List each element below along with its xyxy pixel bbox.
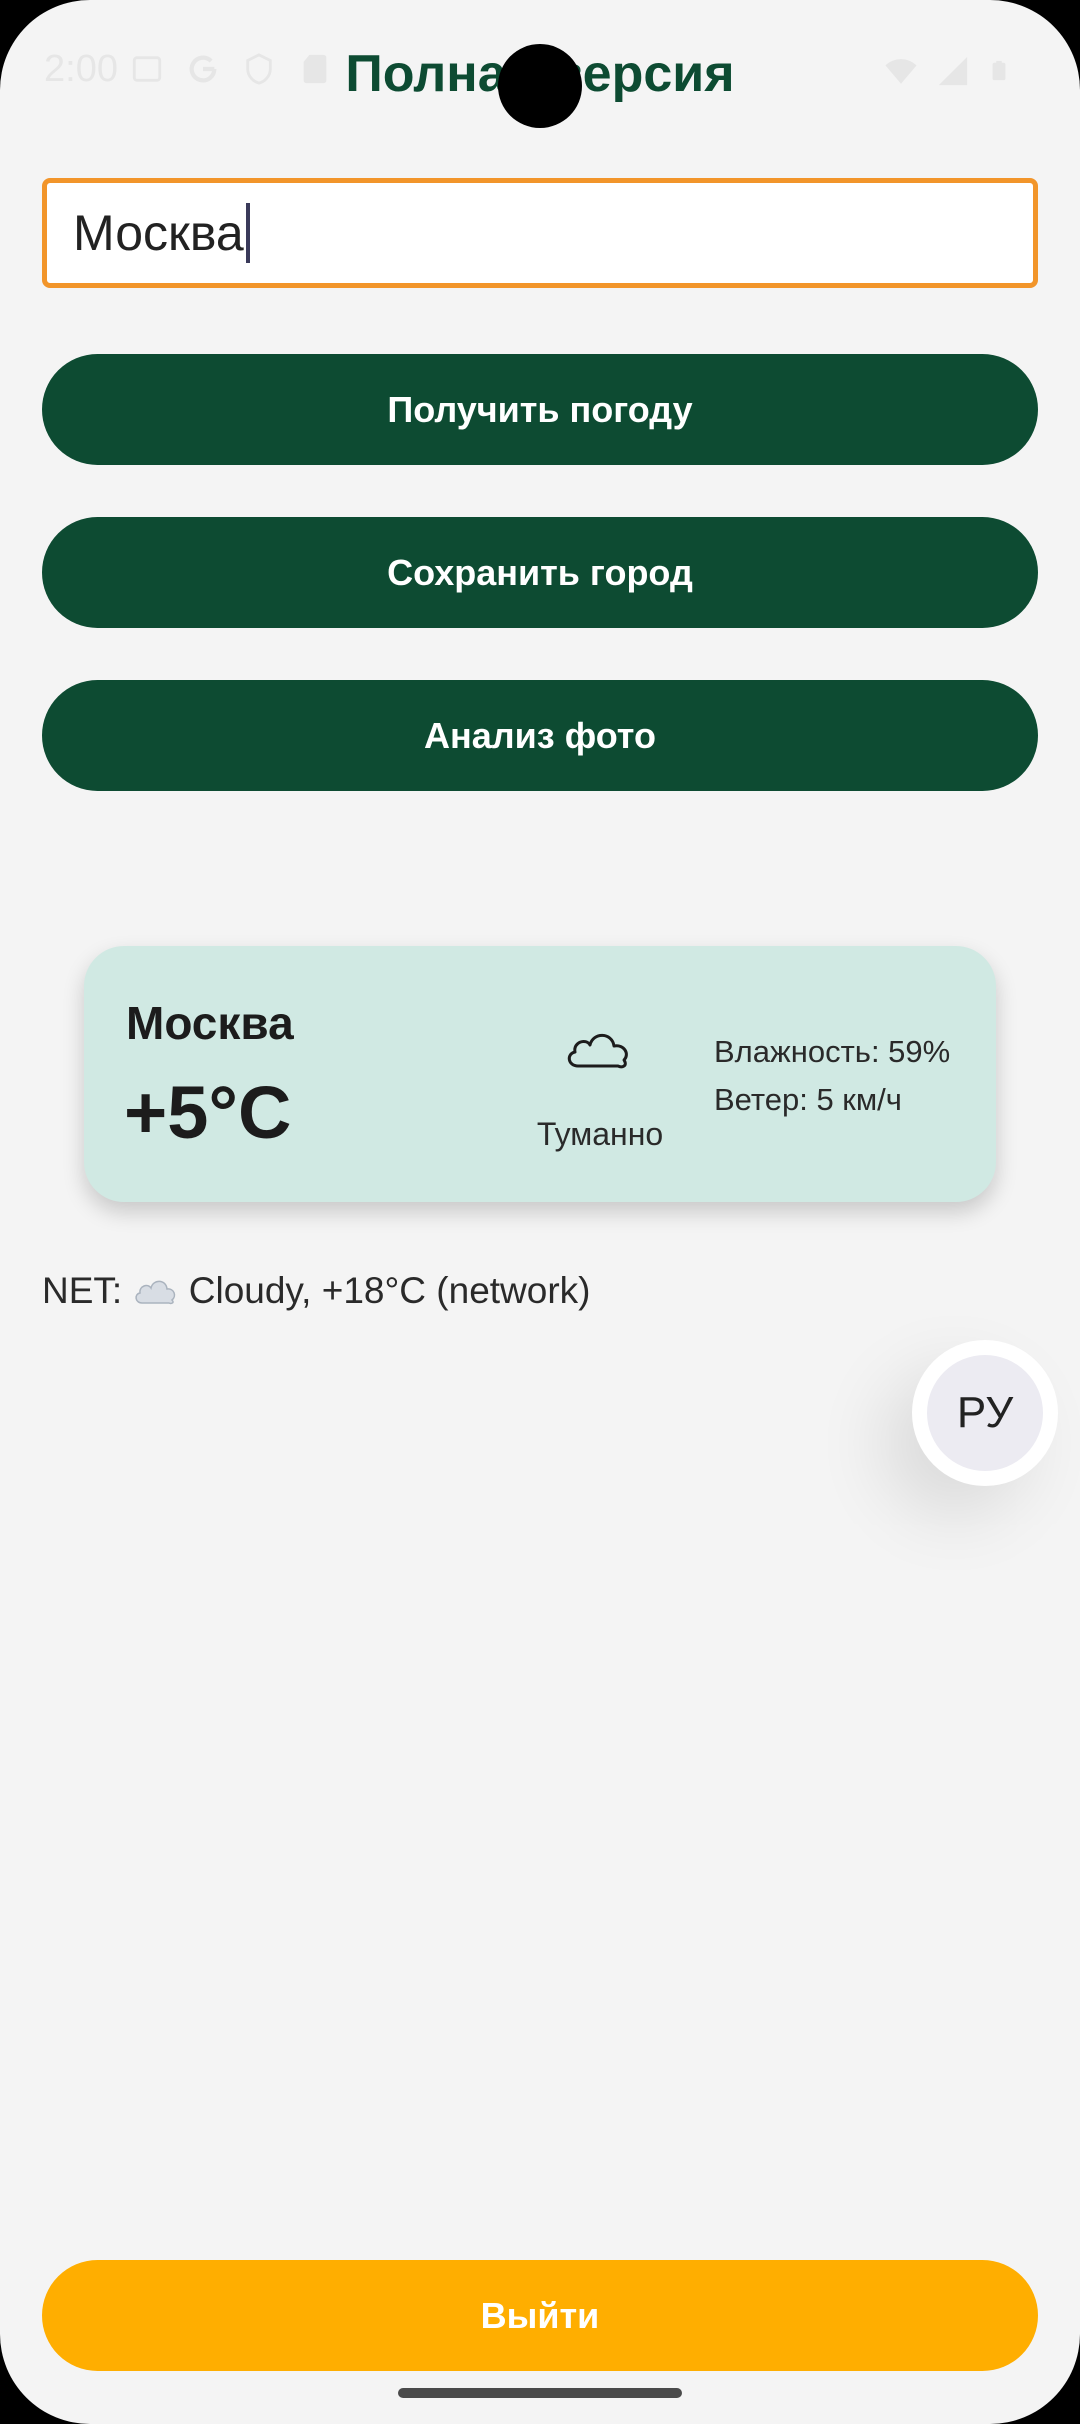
app-screen: 2:00 Полная версия Москва Получить погод… <box>0 0 1080 2424</box>
get-weather-button[interactable]: Получить погоду <box>42 354 1038 465</box>
city-input-value: Москва <box>73 205 244 261</box>
weather-condition: Туманно <box>536 1116 664 1152</box>
front-camera <box>498 44 582 128</box>
network-prefix: NET: <box>42 1270 133 1311</box>
analyze-photo-button[interactable]: Анализ фото <box>42 680 1038 791</box>
text-caret <box>245 203 250 263</box>
cloud-icon <box>567 1033 628 1069</box>
weather-card: Москва +5°C Туманно Влажность: 59% Ветер… <box>84 946 996 1202</box>
weather-city: Москва <box>126 997 294 1049</box>
language-label: РУ <box>927 1355 1043 1471</box>
weather-humidity: Влажность: 59% <box>714 1034 951 1069</box>
weather-temperature: +5°C <box>124 1071 292 1154</box>
city-input[interactable]: Москва <box>42 178 1038 288</box>
network-weather-text: NET: Cloudy, +18°C (network) <box>42 1270 591 1312</box>
network-status: Cloudy, +18°C (network) <box>178 1270 591 1311</box>
weather-wind: Ветер: 5 км/ч <box>714 1082 902 1117</box>
language-toggle-button[interactable]: РУ <box>912 1340 1058 1486</box>
save-city-button[interactable]: Сохранить город <box>42 517 1038 628</box>
logout-button[interactable]: Выйти <box>42 2260 1038 2371</box>
home-indicator[interactable] <box>398 2388 682 2398</box>
cloud-emoji-icon <box>135 1280 176 1305</box>
